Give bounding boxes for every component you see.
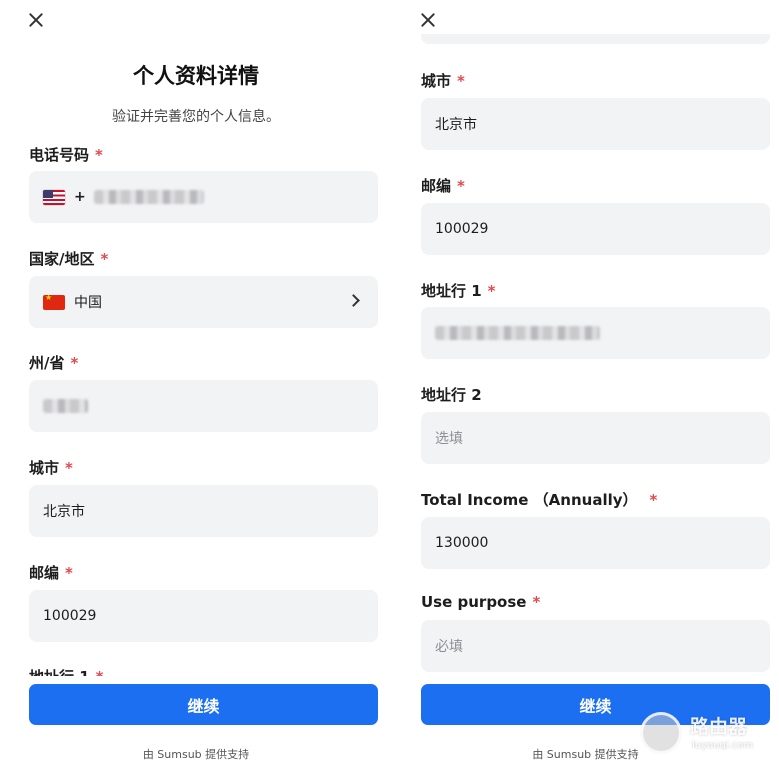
address2-placeholder: 选填 [435,431,463,447]
required-mark: * [70,354,79,372]
page-subtitle: 验证并完善您的个人信息。 [112,109,280,125]
income-field[interactable]: 130000 [421,517,770,569]
country-label: 国家/地区 * [29,250,109,268]
postcode-field[interactable]: 100029 [421,203,770,255]
required-mark: * [532,593,541,611]
income-value: 130000 [435,535,489,551]
required-mark: * [457,72,465,90]
address1-field[interactable] [421,307,770,359]
city-label: 城市 * [421,72,465,90]
profile-details-screen-right: 城市 * 北京市 邮编 * 100029 地址行 1 * 地址行 2 选填 Total… [392,0,779,775]
required-mark: * [100,250,109,268]
required-mark: * [487,282,496,300]
us-flag-icon [43,189,65,205]
city-field[interactable]: 北京市 [421,98,770,150]
postcode-label: 邮编 * [421,177,465,195]
country-value: 中国 [74,295,102,311]
country-select[interactable]: 中国 [29,276,378,328]
required-mark: * [457,177,465,195]
state-field[interactable] [29,380,378,432]
required-mark: * [65,564,73,582]
chevron-right-icon [347,294,360,307]
postcode-label: 邮编 * [29,564,73,582]
postcode-field[interactable]: 100029 [29,590,378,642]
required-mark: * [95,146,103,164]
purpose-placeholder: 必填 [435,639,463,655]
address1-label: 地址行 1* [421,282,496,300]
profile-details-screen-left: 个人资料详情 验证并完善您的个人信息。 电话号码* + 国家/地区* 中国 州/… [0,0,392,775]
postcode-value: 100029 [43,608,97,624]
china-flag-icon [43,293,65,310]
postcode-value: 100029 [435,221,489,237]
redacted-address [435,326,600,340]
phone-field[interactable]: + [29,171,378,223]
phone-prefix: + [74,189,86,205]
city-value: 北京市 [43,504,85,520]
page-title: 个人资料详情 [133,64,259,88]
address2-field[interactable]: 选填 [421,412,770,464]
required-mark: * [649,491,658,509]
powered-by-text: 由 Sumsub 提供支持 [532,748,639,761]
income-label: Total Income （Annually） * [421,491,658,509]
continue-button[interactable]: 继续 [29,684,378,725]
redacted-phone-number [93,190,204,204]
continue-button[interactable]: 继续 [421,684,770,725]
redacted-state [43,399,88,413]
scroll-mask [0,676,392,684]
phone-label: 电话号码 * [29,146,103,164]
previous-field-edge [421,34,770,44]
required-mark: * [65,459,73,477]
state-label: 州/省 * [29,354,79,372]
close-icon[interactable] [418,10,438,30]
address2-label: 地址行 2 [421,386,482,404]
purpose-field[interactable]: 必填 [421,620,770,672]
city-value: 北京市 [435,117,477,133]
city-label: 城市 * [29,459,73,477]
close-icon[interactable] [26,10,46,30]
powered-by-text: 由 Sumsub 提供支持 [142,748,250,761]
purpose-label: Use purpose * [421,593,541,611]
city-field[interactable]: 北京市 [29,485,378,537]
